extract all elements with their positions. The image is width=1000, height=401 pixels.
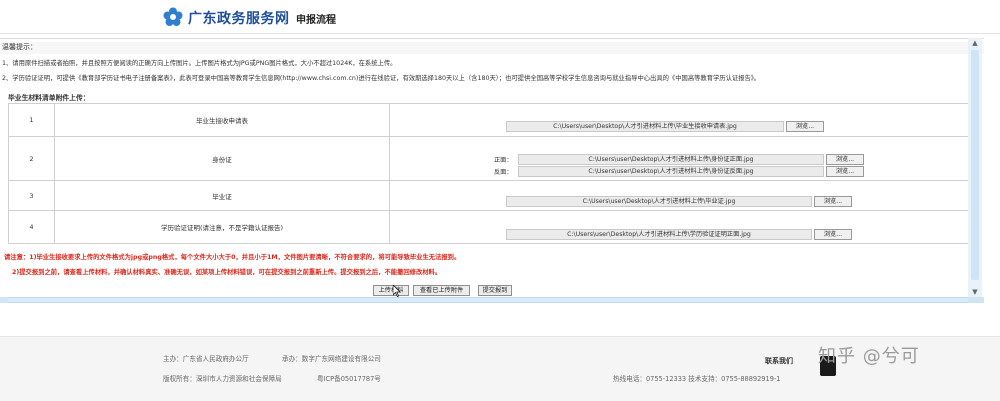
file-path-field[interactable]: C:\Users\user\Desktop\人才引进材料上传\毕业证.jpg — [506, 196, 812, 207]
browse-button[interactable]: 浏览... — [814, 229, 852, 240]
row-number: 2 — [8, 136, 55, 181]
contact-link[interactable]: 联系我们 — [765, 356, 793, 366]
scroll-thumb[interactable] — [8, 297, 968, 303]
upload-button[interactable]: 上传材料 — [373, 285, 409, 296]
file-cell: C:\Users\user\Desktop\人才引进材料上传\毕业证.jpg 浏… — [389, 180, 978, 211]
footer-undertaker: 承办：数字广东网络建设有限公司 — [282, 355, 381, 363]
row-number: 1 — [8, 103, 55, 137]
notice-line-2: 2、学历验证证明，可提供《教育部学历证书电子注册备案表》，此表可登录中国高等教育… — [2, 75, 761, 82]
back-label: 反面： — [494, 169, 513, 176]
table-row: 3 毕业证 C:\Users\user\Desktop\人才引进材料上传\毕业证… — [8, 180, 978, 211]
page-title: 申报流程 — [296, 15, 336, 26]
table-row: 4 学历验证证明(请注意，不是学籍认证报告) C:\Users\user\Des… — [8, 210, 978, 244]
site-header: 广东政务服务网 申报流程 — [0, 0, 1000, 34]
table-row: 2 身份证 正面： C:\Users\user\Desktop\人才引进材料上传… — [8, 136, 978, 181]
browse-button[interactable]: 浏览... — [786, 121, 824, 132]
scroll-down-icon[interactable]: ▼ — [968, 287, 982, 297]
file-path-field[interactable]: C:\Users\user\Desktop\人才引进材料上传\身份证反面.jpg — [518, 166, 824, 177]
scroll-thumb[interactable] — [971, 50, 979, 280]
warning-line-2: 2)提交报到之前，请查看上传材料，并确认材料真实、准确无误，如某项上传材料错误，… — [12, 269, 442, 276]
browse-button[interactable]: 浏览... — [826, 166, 864, 177]
attachments-title: 毕业生材料清单附件上传： — [8, 94, 90, 102]
table-row: 1 毕业生接收申请表 C:\Users\user\Desktop\人才引进材料上… — [8, 103, 978, 137]
notice-heading: 温馨提示： — [0, 42, 984, 54]
warning-line-1: 请注意：1)毕业生接收要求上传的文件格式为jpg或png格式，每个文件大小大于0… — [4, 254, 461, 261]
horizontal-scrollbar[interactable] — [0, 297, 984, 303]
content-frame: 温馨提示： 1、请用原件扫描或者拍照，并且按照方便阅读的正确方向上传图片。上传图… — [0, 38, 984, 302]
mouse-pointer-icon — [393, 285, 401, 297]
notice-line-1: 1、请用原件扫描或者拍照，并且按照方便阅读的正确方向上传图片。上传图片格式为JP… — [2, 60, 397, 67]
file-path-field[interactable]: C:\Users\user\Desktop\人才引进材料上传\身份证正面.jpg — [518, 154, 824, 165]
row-number: 4 — [8, 210, 55, 244]
flower-logo-icon — [163, 7, 183, 26]
row-name: 毕业证 — [54, 180, 390, 211]
file-path-field[interactable]: C:\Users\user\Desktop\人才引进材料上传\学历验证证明正面.… — [506, 229, 812, 240]
attachments-table: 1 毕业生接收申请表 C:\Users\user\Desktop\人才引进材料上… — [8, 103, 978, 244]
vertical-scrollbar[interactable]: ▲ ▼ — [968, 38, 982, 297]
scroll-up-icon[interactable]: ▲ — [968, 38, 982, 48]
browse-button[interactable]: 浏览... — [826, 154, 864, 165]
submit-button[interactable]: 提交报到 — [478, 285, 512, 296]
file-cell: 正面： C:\Users\user\Desktop\人才引进材料上传\身份证正面… — [389, 136, 978, 181]
row-name: 身份证 — [54, 136, 390, 181]
footer-hotline: 热线电话：0755-12333 技术支持：0755-88892919-1 — [613, 375, 781, 383]
row-name: 毕业生接收申请表 — [54, 103, 390, 137]
front-label: 正面： — [494, 157, 513, 164]
footer-host: 主办：广东省人民政府办公厅 — [163, 355, 249, 363]
row-name: 学历验证证明(请注意，不是学籍认证报告) — [54, 210, 390, 244]
footer-icp[interactable]: 粤ICP备05017787号 — [317, 373, 381, 383]
file-cell: C:\Users\user\Desktop\人才引进材料上传\学历验证证明正面.… — [389, 210, 978, 244]
file-path-field[interactable]: C:\Users\user\Desktop\人才引进材料上传\毕业生接收申请表.… — [506, 121, 784, 132]
view-attachments-button[interactable]: 查看已上传附件 — [413, 285, 470, 296]
header-divider — [285, 10, 286, 25]
row-number: 3 — [8, 180, 55, 211]
file-cell: C:\Users\user\Desktop\人才引进材料上传\毕业生接收申请表.… — [389, 103, 978, 137]
watermark: 知乎 @兮可 — [818, 346, 920, 367]
site-name[interactable]: 广东政务服务网 — [188, 8, 290, 28]
browse-button[interactable]: 浏览... — [814, 196, 852, 207]
footer-copyright: 版权所有：深圳市人力资源和社会保障局 — [163, 375, 282, 383]
